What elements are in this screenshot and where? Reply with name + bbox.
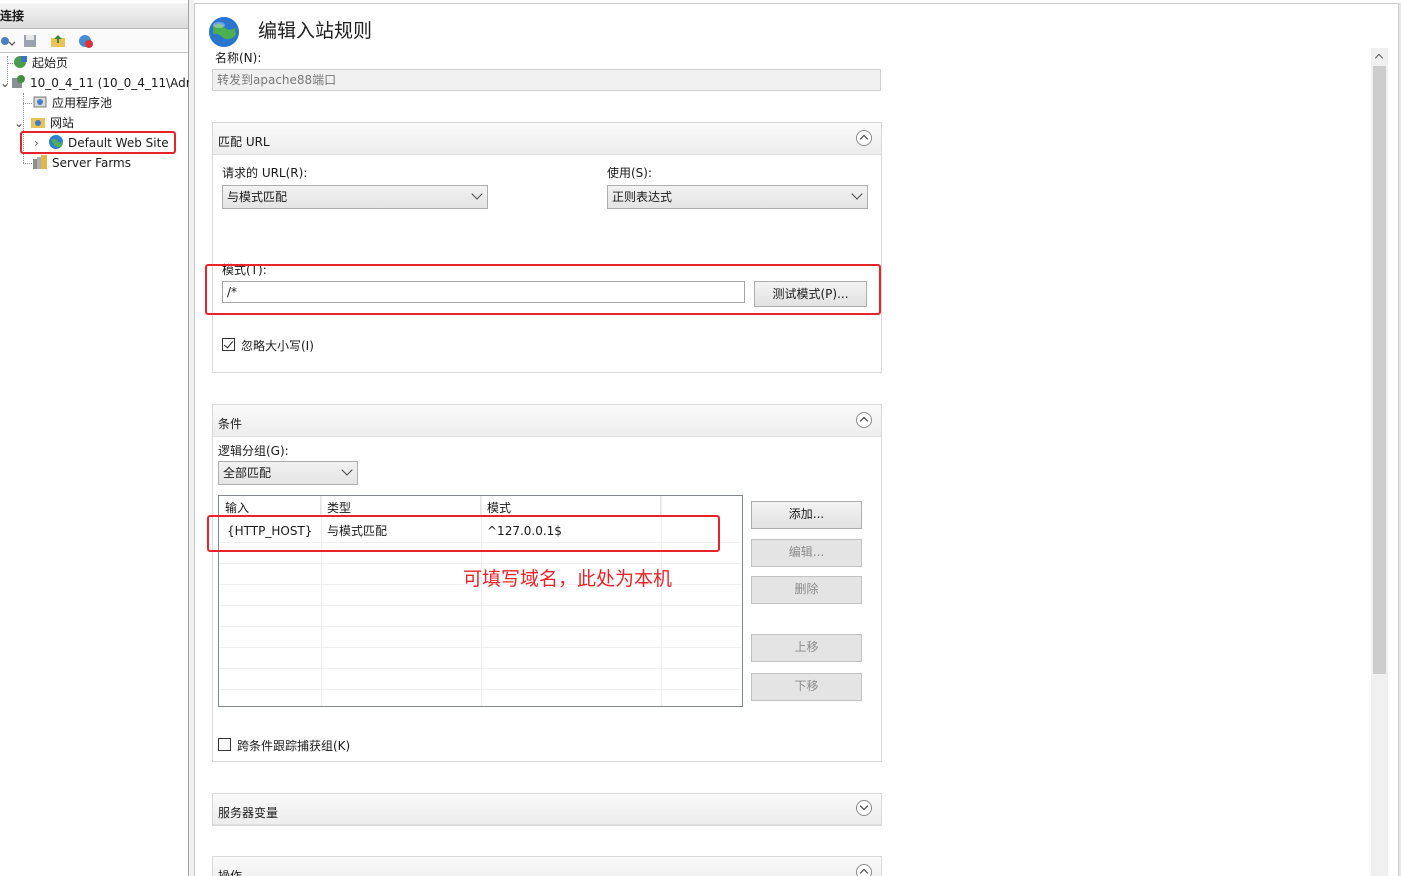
tree-item-server[interactable]: ⌄ 10_0_4_11 (10_0_4_11\Adm [0,73,197,93]
match-url-header: 匹配 URL [213,123,881,155]
conditions-title: 条件 [218,417,243,431]
logical-grouping-value: 全部匹配 [223,466,272,480]
connections-pane: 连接 起始页 ⌄ 10_0_4_11 (10_0_4_11\Adm 应用程序池 ⌄… [0,0,197,876]
highlight-default-web-site [20,131,176,154]
match-url-group: 匹配 URL [212,122,882,373]
highlight-condition-row [207,515,720,552]
server-variables-header[interactable]: 服务器变量 [213,794,881,825]
connections-header: 连接 [0,3,188,29]
globe-icon [209,17,239,47]
highlight-pattern [205,264,881,315]
action-title: 操作 [218,869,243,876]
tree-item-label: 起始页 [32,56,69,70]
logical-grouping-label: 逻辑分组(G): [218,444,289,458]
expand-icon[interactable] [856,800,872,816]
column-header-type[interactable]: 类型 [321,496,481,517]
tree-item-start-page[interactable]: 起始页 [12,53,68,73]
connections-title: 连接 [0,9,25,23]
app-pool-icon [33,96,47,108]
name-label: 名称(N): [215,51,262,65]
disconnect-icon[interactable] [78,33,94,49]
connect-icon[interactable] [0,33,16,49]
conditions-header: 条件 [213,405,881,437]
column-header-input[interactable]: 输入 [219,496,321,517]
scroll-up-icon[interactable] [1371,48,1388,65]
server-farms-icon [33,155,47,169]
requested-url-select[interactable]: 与模式匹配 [222,185,488,209]
action-group: 操作 [212,856,882,876]
tree-item-label: Server Farms [52,156,131,170]
using-value: 正则表达式 [612,190,673,204]
tree-item-label: 应用程序池 [52,96,113,110]
save-icon[interactable] [22,33,38,49]
ignore-case-label: 忽略大小写(I) [241,339,314,353]
tree-item-server-farms[interactable]: Server Farms [32,153,131,173]
using-label: 使用(S): [607,166,653,180]
add-condition-button[interactable]: 添加... [751,501,862,529]
chevron-down-icon [341,464,353,476]
name-field[interactable]: 转发到apache88端口 [212,69,881,91]
remove-condition-button[interactable]: 删除 [751,576,862,604]
match-url-title: 匹配 URL [218,135,270,149]
action-header[interactable]: 操作 [213,857,881,876]
row-divider [219,647,742,648]
server-icon [12,75,25,88]
server-variables-group: 服务器变量 [212,793,882,826]
start-page-icon [14,56,27,68]
move-down-button[interactable]: 下移 [751,673,862,701]
move-up-button[interactable]: 上移 [751,634,862,662]
server-variables-title: 服务器变量 [218,806,279,820]
tree-item-label: 10_0_4_11 (10_0_4_11\Adm [30,76,198,90]
requested-url-label: 请求的 URL(R): [222,166,308,180]
chevron-down-icon [471,188,483,200]
row-divider [219,668,742,669]
track-capture-groups-checkbox[interactable] [218,738,231,751]
tree-item-label: 网站 [50,116,75,130]
column-header-pattern[interactable]: 模式 [481,496,661,517]
edit-condition-button[interactable]: 编辑... [751,539,862,567]
using-select[interactable]: 正则表达式 [607,185,868,209]
row-divider [219,605,742,606]
tree-line [23,103,32,104]
ignore-case-checkbox[interactable] [222,338,235,351]
logical-grouping-select[interactable]: 全部匹配 [218,461,358,485]
tree-line [23,163,32,164]
requested-url-value: 与模式匹配 [227,190,288,204]
sites-folder-icon [31,118,45,128]
expand-chevron-icon[interactable]: ⌄ [0,73,10,93]
row-divider [219,626,742,627]
tree-item-app-pools[interactable]: 应用程序池 [32,93,112,113]
collapse-icon[interactable] [856,864,872,876]
track-capture-groups-label: 跨条件跟踪捕获组(K) [237,739,351,753]
page-title: 编辑入站规则 [258,20,373,42]
connections-toolbar [0,30,188,53]
annotation-text: 可填写域名，此处为本机 [463,568,673,590]
tree-item-sites[interactable]: ⌄ 网站 [14,113,74,133]
expand-chevron-icon[interactable]: ⌄ [14,113,30,133]
collapse-icon[interactable] [856,130,872,146]
up-folder-icon[interactable] [50,33,66,49]
collapse-icon[interactable] [856,412,872,428]
row-divider [219,689,742,690]
chevron-down-icon [851,188,863,200]
scrollbar-thumb[interactable] [1373,66,1386,674]
